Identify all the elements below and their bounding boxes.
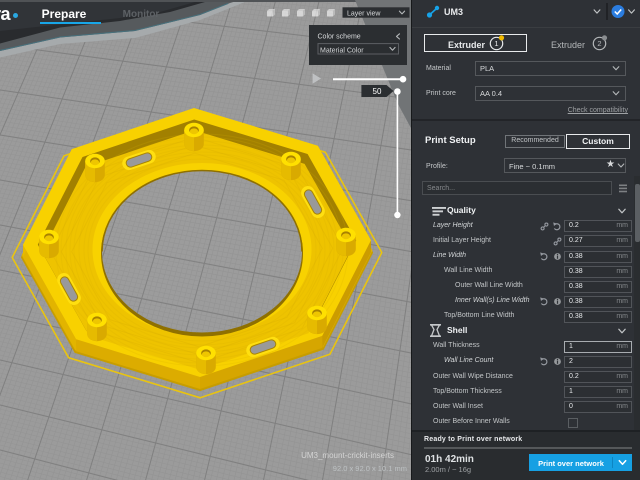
svg-text:2: 2	[597, 39, 601, 48]
svg-text:50: 50	[373, 87, 382, 96]
svg-text:Color scheme: Color scheme	[318, 34, 361, 41]
svg-text:Material Color: Material Color	[320, 47, 364, 54]
svg-text:Layer view: Layer view	[347, 10, 381, 17]
svg-text:1: 1	[494, 39, 498, 48]
